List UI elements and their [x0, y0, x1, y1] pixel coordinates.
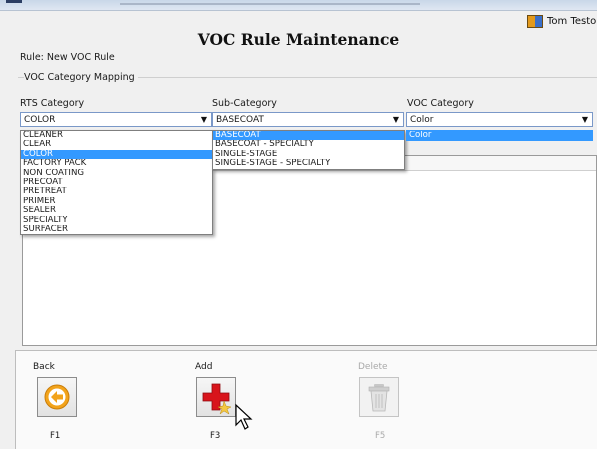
rts-option[interactable]: SEALER	[21, 206, 212, 215]
rule-label: Rule: New VOC Rule	[20, 52, 115, 63]
sub-option[interactable]: BASECOAT - SPECIALTY	[213, 140, 404, 149]
voc-category-label: VOC Category	[407, 98, 474, 109]
back-arrow-icon	[44, 384, 70, 410]
delete-button-label: Delete	[358, 362, 388, 372]
rts-option[interactable]: PRETREAT	[21, 187, 212, 196]
add-plus-icon	[202, 383, 232, 415]
delete-button[interactable]	[359, 377, 399, 417]
delete-key-label: F5	[375, 431, 386, 441]
voc-category-value: Color	[410, 114, 434, 125]
rts-option[interactable]: PRECOAT	[21, 178, 212, 187]
sub-option[interactable]: SINGLE-STAGE	[213, 150, 404, 159]
sub-category-combo[interactable]: BASECOAT ▼	[212, 112, 404, 127]
user-name: Tom Testo	[547, 15, 597, 27]
rts-category-dropdown[interactable]: CLEANER CLEAR COLOR FACTORY PACK NON COATING…	[20, 130, 213, 236]
voc-category-combo[interactable]: Color ▼	[406, 112, 593, 127]
rts-option[interactable]: CLEANER	[21, 131, 212, 140]
rts-option[interactable]: CLEAR	[21, 140, 212, 149]
group-label: VOC Category Mapping	[24, 72, 138, 83]
page-title: VOC Rule Maintenance	[197, 30, 400, 49]
rts-category-value: COLOR	[24, 114, 56, 125]
rts-category-combo[interactable]: COLOR ▼	[20, 112, 212, 127]
rts-category-label: RTS Category	[20, 98, 85, 109]
rts-option[interactable]: FACTORY PACK	[21, 159, 212, 168]
voc-option[interactable]: Color	[407, 131, 592, 141]
add-button-label: Add	[195, 362, 213, 372]
rts-option[interactable]: PRIMER	[21, 197, 212, 206]
user-area: Tom Testo	[527, 10, 597, 32]
back-button-label: Back	[33, 362, 55, 372]
chevron-down-icon[interactable]: ▼	[389, 115, 403, 124]
add-button[interactable]	[196, 377, 236, 417]
chevron-down-icon[interactable]: ▼	[197, 115, 211, 124]
sub-category-dropdown[interactable]: BASECOAT BASECOAT - SPECIALTY SINGLE-STAGE…	[212, 130, 405, 170]
rts-option[interactable]: SPECIALTY	[21, 216, 212, 225]
rts-option[interactable]: COLOR	[21, 149, 212, 160]
voc-category-dropdown[interactable]: Color	[406, 130, 593, 142]
user-icon	[527, 14, 543, 28]
sub-option[interactable]: BASECOAT	[213, 131, 404, 141]
mouse-cursor-icon	[235, 403, 253, 430]
rts-option[interactable]: NON COATING	[21, 169, 212, 178]
back-button[interactable]	[37, 377, 77, 417]
back-key-label: F1	[50, 431, 61, 441]
window-title-strip	[0, 0, 597, 11]
trash-icon	[368, 384, 390, 412]
button-bar	[15, 350, 597, 449]
chevron-down-icon[interactable]: ▼	[578, 115, 592, 124]
sub-option[interactable]: SINGLE-STAGE - SPECIALTY	[213, 159, 404, 168]
sub-category-label: Sub-Category	[212, 98, 277, 109]
sub-category-value: BASECOAT	[216, 114, 264, 125]
add-key-label: F3	[210, 431, 221, 441]
rts-option[interactable]: SURFACER	[21, 225, 212, 234]
